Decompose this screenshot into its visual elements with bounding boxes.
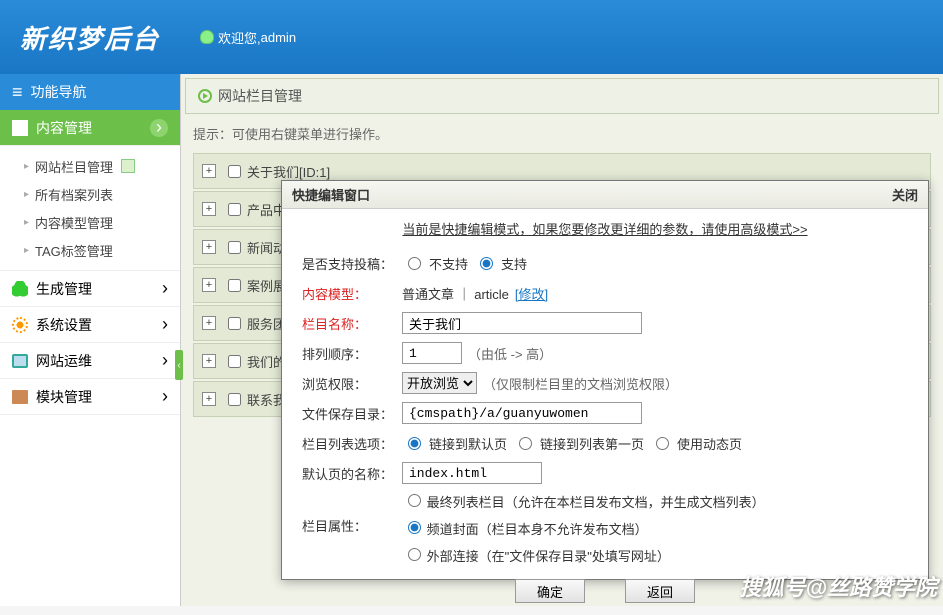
sidebar-collapse-handle[interactable]: ‹ <box>175 350 183 380</box>
chevron-right-icon <box>150 119 168 137</box>
perm-select[interactable]: 开放浏览 <box>402 372 477 394</box>
sidebar-item-tags[interactable]: TAG标签管理 <box>0 236 180 264</box>
nav-group-ops[interactable]: 网站运维 <box>0 343 180 379</box>
nav-group-system[interactable]: 系统设置 <box>0 307 180 343</box>
tree-icon <box>12 281 28 297</box>
doc-icon <box>12 120 28 136</box>
nav-sub-content: 网站栏目管理 所有档案列表 内容模型管理 TAG标签管理 <box>0 146 180 271</box>
ok-button[interactable]: 确定 <box>515 579 585 603</box>
row-checkbox[interactable] <box>228 317 241 330</box>
user-icon <box>200 30 214 44</box>
change-model-link[interactable]: [修改] <box>515 284 548 303</box>
label-perm: 浏览权限： <box>298 374 402 393</box>
username: admin <box>261 30 296 45</box>
quick-edit-modal: 快捷编辑窗口 关闭 当前是快捷编辑模式，如果您要修改更详细的参数，请使用高级模式… <box>281 180 929 580</box>
modal-tip[interactable]: 当前是快捷编辑模式，如果您要修改更详细的参数，请使用高级模式>> <box>282 209 928 248</box>
label-submit-support: 是否支持投稿： <box>298 254 402 273</box>
page-title: 网站栏目管理 <box>218 86 302 106</box>
nav-header: 功能导航 <box>0 74 180 110</box>
nav-group-generate[interactable]: 生成管理 <box>0 271 180 307</box>
expand-icon[interactable]: + <box>202 240 216 254</box>
quick-edit-form: 是否支持投稿： 不支持 支持 内容模型： 普通文章 ｜ article [修改]… <box>282 248 928 567</box>
label-list-opt: 栏目列表选项： <box>298 434 402 453</box>
app-header: 新织梦后台 欢迎您,admin <box>0 0 943 74</box>
label-attr: 栏目属性： <box>298 492 402 535</box>
welcome-block: 欢迎您,admin <box>200 28 296 47</box>
chevron-right-icon <box>162 386 168 407</box>
nav-group-content[interactable]: 内容管理 <box>0 110 180 146</box>
row-checkbox[interactable] <box>228 279 241 292</box>
expand-icon[interactable]: + <box>202 278 216 292</box>
page-title-bar: 网站栏目管理 <box>185 78 939 114</box>
brick-icon <box>12 390 28 404</box>
gear-icon <box>12 317 28 333</box>
hint-text: 提示：可使用右键菜单进行操作。 <box>181 114 943 153</box>
label-save-path: 文件保存目录： <box>298 404 402 423</box>
label-content-model: 内容模型： <box>298 284 402 303</box>
chevron-right-icon <box>162 350 168 371</box>
row-checkbox[interactable] <box>228 393 241 406</box>
sort-input[interactable] <box>402 342 462 364</box>
label-column-name: 栏目名称： <box>298 314 402 333</box>
radio-attr-list[interactable] <box>408 494 421 507</box>
save-path-input[interactable] <box>402 402 642 424</box>
sidebar: 功能导航 内容管理 网站栏目管理 所有档案列表 内容模型管理 TAG标签管理 生… <box>0 74 181 606</box>
radio-link-first[interactable] <box>519 437 532 450</box>
expand-icon[interactable]: + <box>202 316 216 330</box>
back-button[interactable]: 返回 <box>625 579 695 603</box>
nav-group-modules[interactable]: 模块管理 <box>0 379 180 415</box>
radio-link-default[interactable] <box>408 437 421 450</box>
row-checkbox[interactable] <box>228 203 241 216</box>
row-checkbox[interactable] <box>228 355 241 368</box>
label-default-page: 默认页的名称： <box>298 464 402 483</box>
monitor-icon <box>12 354 28 368</box>
expand-icon[interactable]: + <box>202 202 216 216</box>
chevron-right-icon <box>162 278 168 299</box>
sidebar-item-columns[interactable]: 网站栏目管理 <box>0 152 180 180</box>
watermark: 搜狐号@丝路赞学院 <box>740 570 937 602</box>
sidebar-item-models[interactable]: 内容模型管理 <box>0 208 180 236</box>
menu-icon <box>12 82 23 103</box>
modal-title-text: 快捷编辑窗口 <box>292 185 370 204</box>
column-name-input[interactable] <box>402 312 642 334</box>
radio-attr-channel[interactable] <box>408 521 421 534</box>
label-sort: 排列顺序： <box>298 344 402 363</box>
welcome-prefix: 欢迎您, <box>218 28 261 47</box>
row-checkbox[interactable] <box>228 241 241 254</box>
close-button[interactable]: 关闭 <box>892 185 918 204</box>
default-page-input[interactable] <box>402 462 542 484</box>
expand-icon[interactable]: + <box>202 392 216 406</box>
modal-titlebar: 快捷编辑窗口 关闭 <box>282 181 928 209</box>
radio-yes-submit[interactable] <box>480 257 493 270</box>
radio-no-submit[interactable] <box>408 257 421 270</box>
radio-dynamic[interactable] <box>656 437 669 450</box>
logo-text: 新织梦后台 <box>20 19 160 56</box>
chevron-right-icon <box>162 314 168 335</box>
expand-icon[interactable]: + <box>202 354 216 368</box>
sidebar-item-archives[interactable]: 所有档案列表 <box>0 180 180 208</box>
play-icon <box>198 89 212 103</box>
content-model-value: 普通文章 ｜ article <box>402 284 509 303</box>
row-checkbox[interactable] <box>228 165 241 178</box>
expand-icon[interactable]: + <box>202 164 216 178</box>
radio-attr-external[interactable] <box>408 548 421 561</box>
